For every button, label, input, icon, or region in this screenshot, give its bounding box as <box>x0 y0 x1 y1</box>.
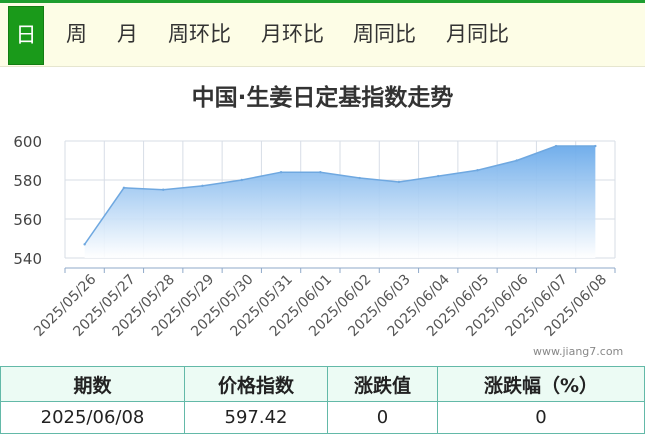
cell-price-index: 597.42 <box>184 401 328 434</box>
y-tick-label: 540 <box>13 250 42 268</box>
table-header-row: 期数 价格指数 涨跌值 涨跌幅（%） <box>0 366 645 402</box>
header-price-index: 价格指数 <box>184 366 328 402</box>
data-point <box>83 243 86 246</box>
watermark: www.jiang7.com <box>533 345 624 358</box>
data-point <box>279 171 283 174</box>
y-tick-label: 580 <box>13 172 42 190</box>
header-change-percent: 涨跌幅（%） <box>437 366 645 402</box>
data-point <box>476 169 479 172</box>
data-point <box>358 176 361 180</box>
header-period: 期数 <box>0 366 185 402</box>
data-point <box>515 159 518 162</box>
data-point <box>437 174 440 178</box>
data-point <box>554 144 558 148</box>
data-point <box>240 178 243 182</box>
data-point <box>319 171 322 174</box>
data-point <box>162 188 165 191</box>
cell-change-percent: 0 <box>437 401 645 434</box>
data-point <box>122 186 126 189</box>
y-tick-label: 600 <box>13 133 42 151</box>
summary-table: 期数 价格指数 涨跌值 涨跌幅（%） 2025/06/08 597.42 0 0 <box>0 366 645 434</box>
cell-period: 2025/06/08 <box>0 401 185 434</box>
header-change-value: 涨跌值 <box>327 366 438 402</box>
data-point <box>201 184 204 188</box>
y-tick-label: 560 <box>13 211 42 229</box>
data-point <box>594 144 597 148</box>
cell-change-value: 0 <box>327 401 438 434</box>
table-row: 2025/06/08 597.42 0 0 <box>0 401 645 434</box>
data-point <box>397 180 401 184</box>
